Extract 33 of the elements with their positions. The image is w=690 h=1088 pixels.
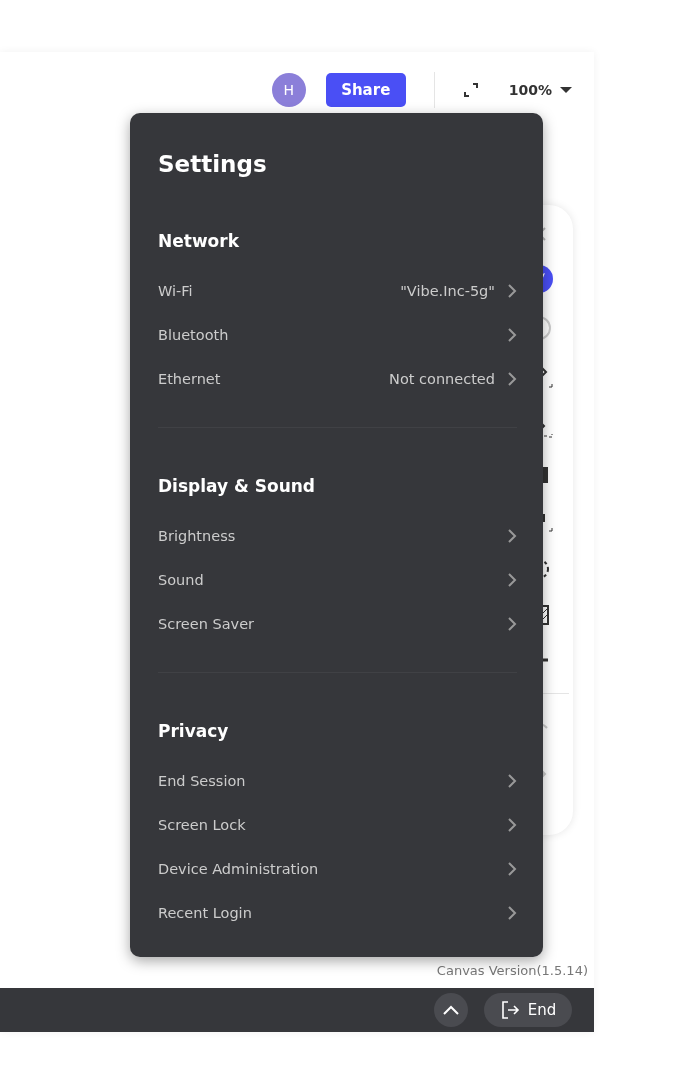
settings-item[interactable]: Screen Saver [158,602,517,646]
version-text: Canvas Version(1.5.14) [436,963,588,978]
chevron-icon [507,774,517,788]
end-button[interactable]: End [484,993,572,1027]
chevron-icon [507,573,517,587]
settings-item[interactable]: Bluetooth [158,313,517,357]
section-heading: Display & Sound [158,476,317,496]
settings-item[interactable]: Sound [158,558,517,602]
caret-icon [560,86,572,94]
chevron-icon [507,328,517,342]
chevron-icon [507,617,517,631]
chevron-icon [507,372,517,386]
chevron-icon [507,529,517,543]
fullscreen-icon[interactable] [462,82,479,98]
chevron-icon [507,284,517,298]
zoom-dropdown[interactable]: 100% [508,82,572,98]
exit-icon [499,1000,520,1020]
settings-item[interactable]: Ethernet Not connected [158,357,517,401]
chevron-icon [507,906,517,920]
settings-item[interactable]: Recent Login [158,891,517,935]
settings-item[interactable]: Device Administration [158,847,517,891]
chevron-up-icon [442,1004,460,1016]
section-heading: Network [158,231,240,251]
settings-item[interactable]: End Session [158,759,517,803]
settings-item[interactable]: Wi-Fi "Vibe.Inc-5g" [158,269,517,313]
settings-item[interactable]: Brightness [158,514,517,558]
expand-button[interactable] [434,993,468,1027]
settings-item[interactable]: Screen Lock [158,803,517,847]
chevron-icon [507,818,517,832]
section-heading: Privacy [158,721,230,741]
share-button[interactable]: Share [325,73,406,107]
menu-title: Settings [158,151,268,177]
chevron-icon [507,862,517,876]
